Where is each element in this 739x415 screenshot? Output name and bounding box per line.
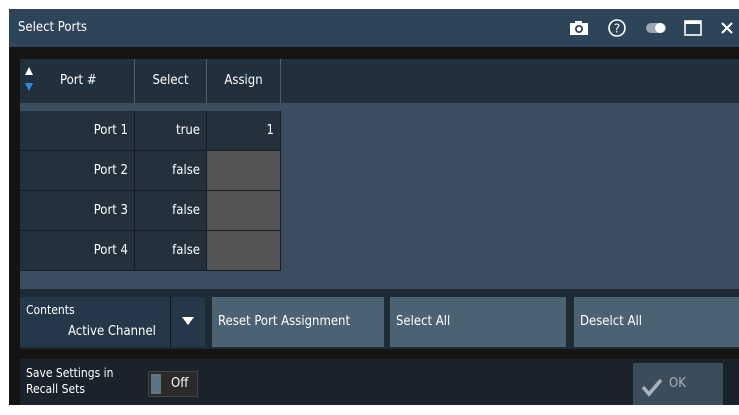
assign-cell[interactable]: 1 [207, 111, 281, 151]
ok-button[interactable]: OK [633, 363, 723, 405]
assign-cell-empty [207, 151, 281, 191]
title-bar: Select Ports ? [9, 9, 739, 47]
toggle-icon[interactable] [645, 18, 667, 38]
port-cell: Port 2 [20, 151, 135, 191]
contents-label: Contents [26, 303, 75, 317]
camera-icon[interactable] [569, 18, 589, 38]
select-all-button[interactable]: Select All [390, 297, 566, 347]
port-cell: Port 1 [20, 111, 135, 151]
save-settings-line1: Save Settings in [26, 366, 114, 380]
sort-icon[interactable] [24, 65, 34, 97]
contents-combobox[interactable]: Contents Active Channel [20, 297, 205, 347]
deselect-all-button[interactable]: Deselct All [574, 297, 739, 347]
toggle-knob [151, 374, 161, 394]
maximize-icon[interactable] [683, 18, 703, 38]
select-cell[interactable]: false [135, 191, 207, 231]
save-settings-line2: Recall Sets [26, 382, 85, 396]
toggle-state: Off [171, 376, 189, 391]
footer: Save Settings in Recall Sets Off OK [20, 359, 739, 405]
checkmark-icon [641, 373, 663, 415]
column-header-select[interactable]: Select [135, 59, 207, 103]
port-cell: Port 4 [20, 231, 135, 271]
save-settings-toggle[interactable]: Off [148, 371, 198, 397]
column-header-port[interactable]: Port # [20, 59, 135, 103]
svg-text:?: ? [614, 22, 620, 36]
assign-cell-empty [207, 191, 281, 231]
select-cell[interactable]: true [135, 111, 207, 151]
help-icon[interactable]: ? [607, 18, 627, 38]
save-settings-label: Save Settings in Recall Sets [26, 365, 114, 397]
contents-value: Active Channel [68, 324, 156, 339]
reset-port-assignment-button[interactable]: Reset Port Assignment [212, 297, 384, 347]
controls-bar: Contents Active Channel Reset Port Assig… [20, 289, 739, 349]
select-ports-dialog: Select Ports ? Port # Select Assign Port… [9, 9, 739, 405]
close-icon[interactable] [717, 18, 737, 38]
ok-label: OK [669, 376, 686, 391]
assign-cell-empty [207, 231, 281, 271]
ports-table: Port # Select Assign Port 1 true 1 Port … [20, 59, 739, 293]
column-header-assign[interactable]: Assign [207, 59, 281, 103]
select-cell[interactable]: false [135, 151, 207, 191]
port-cell: Port 3 [20, 191, 135, 231]
dropdown-arrow-icon[interactable] [170, 297, 205, 347]
column-header-port-label: Port # [60, 73, 97, 88]
dialog-title: Select Ports [18, 20, 88, 35]
select-cell[interactable]: false [135, 231, 207, 271]
